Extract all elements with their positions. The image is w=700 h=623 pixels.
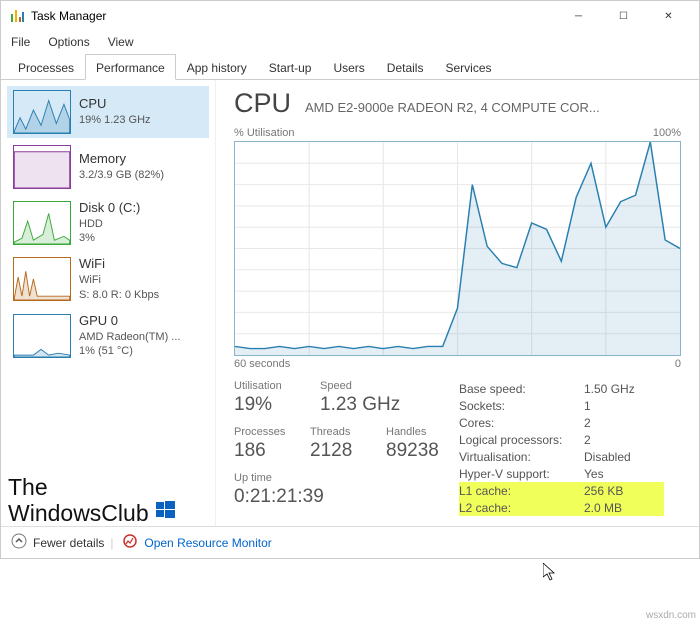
chart-xright: 0 bbox=[675, 358, 681, 370]
sidebar-thumb-icon bbox=[13, 90, 71, 134]
tab-performance[interactable]: Performance bbox=[85, 54, 176, 80]
stat-key: Base speed: bbox=[459, 382, 584, 396]
util-label: Utilisation bbox=[234, 380, 302, 392]
stat-value: Yes bbox=[584, 467, 664, 481]
stat-row: L1 cache:256 KB bbox=[459, 482, 664, 499]
chart-xleft: 60 seconds bbox=[234, 358, 290, 370]
sidebar-item-name: WiFi bbox=[79, 256, 159, 273]
tab-details[interactable]: Details bbox=[376, 54, 435, 80]
app-icon bbox=[9, 8, 25, 24]
stat-value: 2.0 MB bbox=[584, 501, 664, 515]
stat-value: 2 bbox=[584, 416, 664, 430]
titlebar: Task Manager ─ ☐ ✕ bbox=[1, 1, 699, 31]
sidebar-item-name: CPU bbox=[79, 96, 151, 113]
tab-users[interactable]: Users bbox=[322, 54, 375, 80]
speed-label: Speed bbox=[320, 380, 430, 392]
sidebar-item-line2: S: 8.0 R: 0 Kbps bbox=[79, 288, 159, 302]
sidebar-item-cpu[interactable]: CPU 19% 1.23 GHz bbox=[7, 86, 209, 138]
sidebar-item-name: Memory bbox=[79, 151, 164, 168]
sidebar-item-name: GPU 0 bbox=[79, 313, 180, 330]
maximize-button[interactable]: ☐ bbox=[601, 1, 646, 31]
sidebar: CPU 19% 1.23 GHz Memory 3.2/3.9 GB (82%)… bbox=[1, 80, 216, 526]
right-stats: Base speed:1.50 GHzSockets:1Cores:2Logic… bbox=[459, 380, 664, 518]
sidebar-item-line1: HDD bbox=[79, 217, 140, 231]
cpu-chart bbox=[234, 141, 681, 356]
stat-key: Virtualisation: bbox=[459, 450, 584, 464]
sidebar-thumb-icon bbox=[13, 257, 71, 301]
sidebar-item-disk[interactable]: Disk 0 (C:) HDD 3% bbox=[7, 196, 209, 249]
stat-key: Sockets: bbox=[459, 399, 584, 413]
sidebar-item-gpu[interactable]: GPU 0 AMD Radeon(TM) ... 1% (51 °C) bbox=[7, 309, 209, 362]
cpu-model: AMD E2-9000e RADEON R2, 4 COMPUTE COR... bbox=[305, 100, 681, 115]
tab-app-history[interactable]: App history bbox=[176, 54, 258, 80]
menubar: File Options View bbox=[1, 31, 699, 53]
stat-value: 1 bbox=[584, 399, 664, 413]
threads-value: 2128 bbox=[310, 440, 368, 462]
stat-key: Logical processors: bbox=[459, 433, 584, 447]
stat-value: 1.50 GHz bbox=[584, 382, 664, 396]
stat-key: Cores: bbox=[459, 416, 584, 430]
sidebar-thumb-icon bbox=[13, 201, 71, 245]
stat-value: Disabled bbox=[584, 450, 664, 464]
watermark: The WindowsClub bbox=[8, 475, 177, 525]
footer: Fewer details | Open Resource Monitor bbox=[1, 526, 699, 558]
stat-row: Virtualisation:Disabled bbox=[459, 448, 664, 465]
stat-row: Logical processors:2 bbox=[459, 431, 664, 448]
sidebar-item-line1: AMD Radeon(TM) ... bbox=[79, 330, 180, 344]
sidebar-item-wifi[interactable]: WiFi WiFi S: 8.0 R: 0 Kbps bbox=[7, 252, 209, 305]
proc-value: 186 bbox=[234, 440, 292, 462]
fewer-details[interactable]: Fewer details bbox=[33, 536, 104, 550]
stat-row: Hyper-V support:Yes bbox=[459, 465, 664, 482]
tabstrip: ProcessesPerformanceApp historyStart-upU… bbox=[1, 53, 699, 80]
uptime-value: 0:21:21:39 bbox=[234, 486, 414, 508]
stat-row: Cores:2 bbox=[459, 414, 664, 431]
close-button[interactable]: ✕ bbox=[646, 1, 691, 31]
threads-label: Threads bbox=[310, 426, 368, 438]
content: CPU AMD E2-9000e RADEON R2, 4 COMPUTE CO… bbox=[216, 80, 699, 526]
sidebar-item-name: Disk 0 (C:) bbox=[79, 200, 140, 217]
sidebar-item-line2: 1% (51 °C) bbox=[79, 344, 180, 358]
sidebar-thumb-icon bbox=[13, 314, 71, 358]
chart-ymax: 100% bbox=[653, 127, 681, 139]
stat-value: 2 bbox=[584, 433, 664, 447]
stat-row: Base speed:1.50 GHz bbox=[459, 380, 664, 397]
stat-key: L1 cache: bbox=[459, 484, 584, 498]
sidebar-thumb-icon bbox=[13, 145, 71, 189]
collapse-icon[interactable] bbox=[11, 533, 27, 552]
menu-file[interactable]: File bbox=[11, 35, 30, 49]
minimize-button[interactable]: ─ bbox=[556, 1, 601, 31]
window-title: Task Manager bbox=[31, 9, 556, 23]
sidebar-item-line1: 3.2/3.9 GB (82%) bbox=[79, 168, 164, 182]
stat-value: 256 KB bbox=[584, 484, 664, 498]
source-url: wsxdn.com bbox=[646, 610, 696, 621]
open-resource-monitor[interactable]: Open Resource Monitor bbox=[144, 536, 271, 550]
sidebar-item-line1: 19% 1.23 GHz bbox=[79, 113, 151, 127]
menu-options[interactable]: Options bbox=[48, 35, 89, 49]
sidebar-item-line1: WiFi bbox=[79, 273, 159, 287]
uptime-label: Up time bbox=[234, 472, 414, 484]
speed-value: 1.23 GHz bbox=[320, 394, 430, 416]
util-value: 19% bbox=[234, 394, 302, 416]
sidebar-item-line2: 3% bbox=[79, 231, 140, 245]
resource-monitor-icon[interactable] bbox=[122, 533, 138, 552]
chart-ylabel: % Utilisation bbox=[234, 127, 295, 139]
stat-key: Hyper-V support: bbox=[459, 467, 584, 481]
tab-processes[interactable]: Processes bbox=[7, 54, 85, 80]
handles-label: Handles bbox=[386, 426, 439, 438]
sidebar-item-memory[interactable]: Memory 3.2/3.9 GB (82%) bbox=[7, 141, 209, 193]
mouse-cursor bbox=[543, 563, 559, 588]
menu-view[interactable]: View bbox=[108, 35, 134, 49]
tab-services[interactable]: Services bbox=[434, 54, 502, 80]
stat-key: L2 cache: bbox=[459, 501, 584, 515]
tab-start-up[interactable]: Start-up bbox=[258, 54, 323, 80]
stat-row: Sockets:1 bbox=[459, 397, 664, 414]
handles-value: 89238 bbox=[386, 440, 439, 462]
proc-label: Processes bbox=[234, 426, 292, 438]
stat-row: L2 cache:2.0 MB bbox=[459, 499, 664, 516]
page-title: CPU bbox=[234, 88, 291, 119]
